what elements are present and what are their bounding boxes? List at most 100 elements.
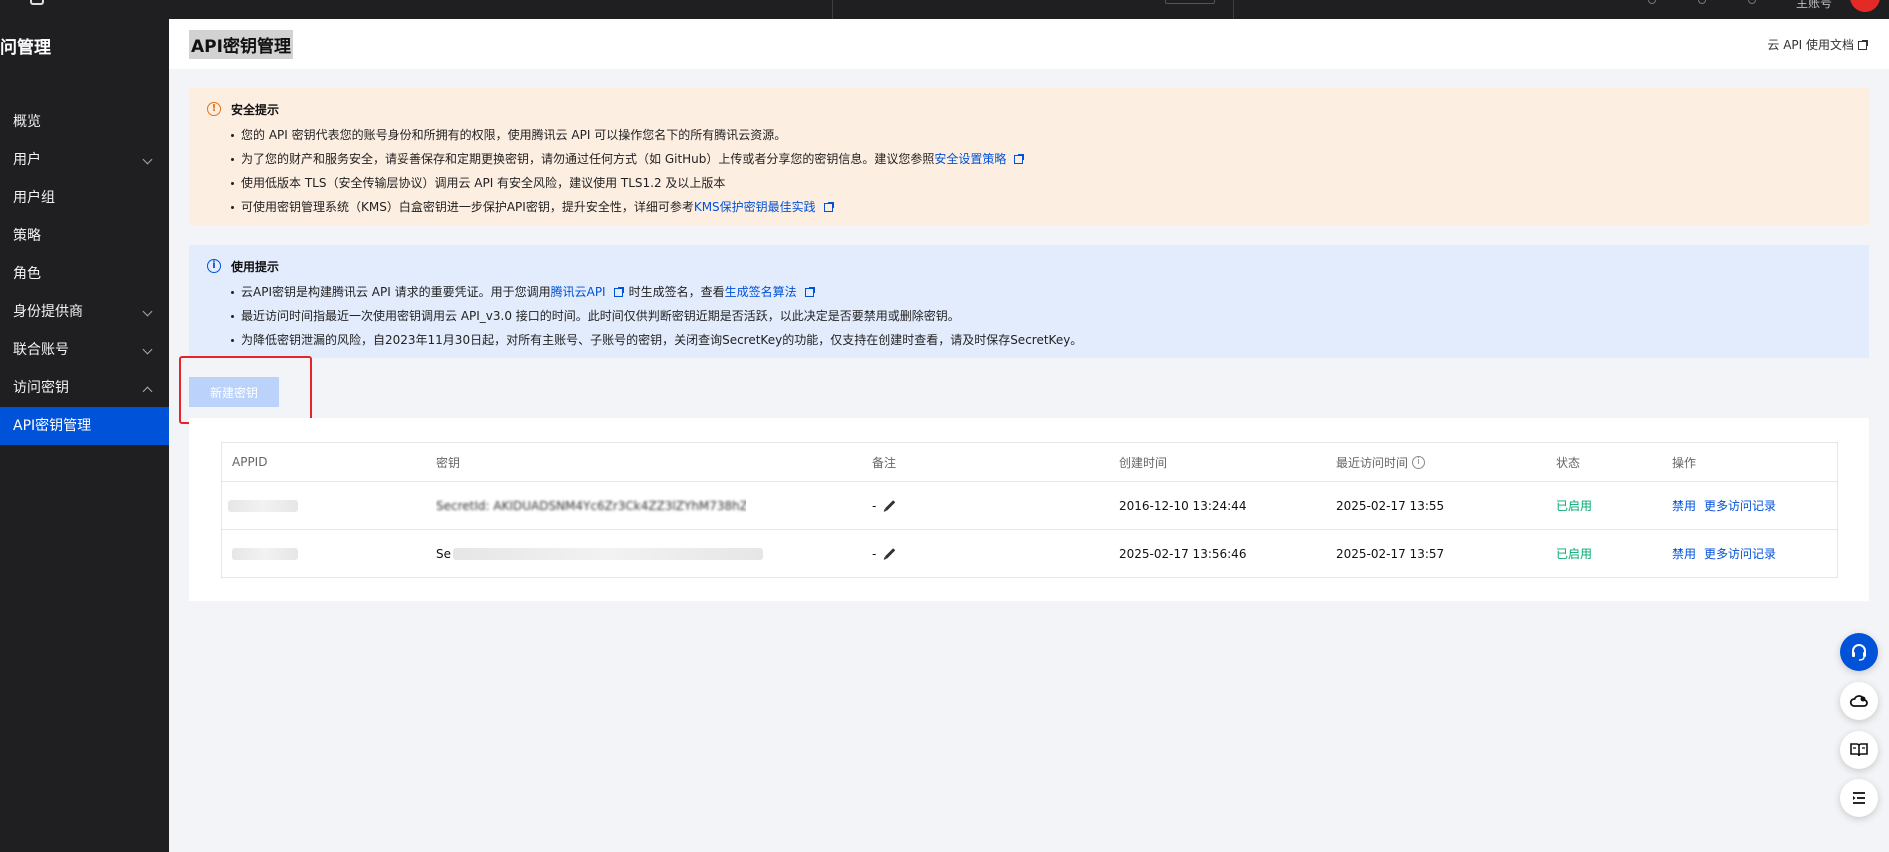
kms-best-practice-link[interactable]: KMS保护密钥最佳实践 (694, 200, 816, 214)
note-value: - (872, 546, 877, 561)
edit-icon[interactable] (885, 548, 896, 559)
key-table: APPID 密钥 备注 创建时间 最近访问时间 i 状态 操作 SecretId:… (221, 442, 1838, 578)
more-access-records-link[interactable]: 更多访问记录 (1704, 545, 1776, 562)
message-icon[interactable] (1698, 0, 1706, 4)
cloud-button[interactable] (1840, 682, 1878, 720)
info-icon[interactable]: i (1412, 455, 1426, 469)
sidebar: 问管理 概览 用户 用户组 策略 角色 身份提供商 联合账号 访问密钥 API密… (0, 19, 169, 852)
avatar[interactable] (1850, 0, 1880, 12)
help-icon[interactable] (1648, 0, 1656, 4)
book-icon (1850, 743, 1868, 757)
notice-item: 可使用密钥管理系统（KMS）白盒密钥进一步保护API密钥，提升安全性，详细可参考… (231, 195, 1023, 219)
sidebar-item-user-groups[interactable]: 用户组 (0, 179, 169, 217)
note-cell: - (872, 530, 896, 577)
headset-icon (1852, 644, 1866, 661)
secret-cell: Se (436, 530, 763, 577)
sidebar-item-label: 策略 (13, 228, 41, 244)
sidebar-item-users[interactable]: 用户 (0, 141, 169, 179)
api-doc-link[interactable]: 云 API 使用文档 (1767, 36, 1868, 53)
notice-text: 使用低版本 TLS（安全传输层协议）调用云 API 有安全风险，建议使用 TLS… (241, 176, 726, 190)
sidebar-item-access-keys[interactable]: 访问密钥 (0, 369, 169, 407)
secret-id: SecretId: AKIDUADSNM4Yc6Zr3Ck4ZZ3lZYhM73… (436, 498, 746, 513)
notice-list: 云API密钥是构建腾讯云 API 请求的重要凭证。用于您调用腾讯云API 时生成签… (231, 280, 1082, 352)
docs-button[interactable] (1840, 731, 1878, 769)
signature-algorithm-link[interactable]: 生成签名算法 (725, 285, 797, 299)
column-header: 最近访问时间 i (1336, 443, 1426, 481)
column-header: 状态 (1556, 455, 1581, 470)
page-header: API密钥管理 云 API 使用文档 (169, 19, 1889, 69)
external-link-icon (823, 202, 834, 212)
redacted-appid (228, 499, 298, 512)
column-header: 操作 (1672, 455, 1697, 470)
notice-item: 为降低密钥泄漏的风险，自2023年11月30日起，对所有主账号、子账号的密钥，关… (231, 328, 1082, 352)
last-access-cell: 2025-02-17 13:57 (1336, 546, 1445, 561)
account-name[interactable]: 主账号 (1796, 0, 1832, 11)
key-table-card: APPID 密钥 备注 创建时间 最近访问时间 i 状态 操作 SecretId:… (189, 418, 1869, 601)
security-policy-link[interactable]: 安全设置策略 (934, 152, 1006, 166)
actions-cell: 禁用 更多访问记录 (1672, 482, 1784, 529)
column-header-label: 最近访问时间 (1336, 455, 1409, 470)
status-badge: 已启用 (1556, 499, 1593, 513)
notice-text: 时生成签名，查看 (628, 285, 725, 299)
appid-cell (232, 530, 298, 577)
created-cell: 2016-12-10 13:24:44 (1119, 498, 1247, 513)
status-badge: 已启用 (1556, 547, 1593, 561)
table-row: SecretId: AKIDUADSNM4Yc6Zr3Ck4ZZ3lZYhM73… (222, 481, 1837, 529)
notice-text: 为降低密钥泄漏的风险，自2023年11月30日起，对所有主账号、子账号的密钥，关… (241, 333, 1083, 347)
sidebar-item-overview[interactable]: 概览 (0, 103, 169, 141)
settings-icon[interactable] (1748, 0, 1756, 4)
sidebar-item-label: 概览 (13, 114, 41, 130)
column-header: 备注 (872, 455, 897, 470)
table-row: Se - 2025-02-17 13:56:46 2025-02-17 13:5… (222, 529, 1837, 577)
api-doc-link-label: 云 API 使用文档 (1767, 38, 1854, 52)
sidebar-item-roles[interactable]: 角色 (0, 255, 169, 293)
external-link-icon (804, 287, 815, 297)
sidebar-item-label: 联合账号 (13, 342, 69, 358)
disable-button[interactable]: 禁用 (1672, 545, 1696, 562)
menu-button[interactable] (1840, 779, 1878, 817)
chevron-down-icon (142, 344, 153, 355)
support-button[interactable] (1840, 633, 1878, 671)
appid-cell (228, 482, 298, 529)
sidebar-item-label: 角色 (13, 266, 41, 282)
divider (832, 0, 833, 19)
column-header: 创建时间 (1119, 455, 1168, 470)
sidebar-title: 问管理 (0, 38, 51, 58)
actions-cell: 禁用 更多访问记录 (1672, 530, 1784, 577)
notice-title: 使用提示 (231, 260, 280, 274)
notice-item: 云API密钥是构建腾讯云 API 请求的重要凭证。用于您调用腾讯云API 时生成签… (231, 280, 1082, 304)
external-link-icon (613, 287, 624, 297)
list-icon (1853, 792, 1865, 804)
more-access-records-link[interactable]: 更多访问记录 (1704, 497, 1776, 514)
disable-button[interactable]: 禁用 (1672, 497, 1696, 514)
sidebar-item-federated-accounts[interactable]: 联合账号 (0, 331, 169, 369)
notice-text: 可使用密钥管理系统（KMS）白盒密钥进一步保护API密钥，提升安全性，详细可参考 (241, 200, 694, 214)
secret-cell: SecretId: AKIDUADSNM4Yc6Zr3Ck4ZZ3lZYhM73… (436, 482, 746, 529)
chevron-down-icon (142, 306, 153, 317)
cloud-icon (1849, 695, 1868, 707)
last-access-cell: 2025-02-17 13:55 (1336, 498, 1445, 513)
edit-icon[interactable] (885, 500, 896, 511)
note-value: - (872, 498, 877, 513)
tencent-cloud-api-link[interactable]: 腾讯云API (551, 285, 606, 299)
logo-icon[interactable] (30, 0, 44, 5)
notice-list: 您的 API 密钥代表您的账号身份和所拥有的权限，使用腾讯云 API 可以操作您… (231, 123, 1025, 219)
sidebar-item-label: 访问密钥 (13, 380, 69, 396)
sidebar-item-api-key-management[interactable]: API密钥管理 (0, 407, 169, 445)
table-header-row: APPID 密钥 备注 创建时间 最近访问时间 i 状态 操作 (222, 443, 1837, 481)
notice-title: 安全提示 (231, 103, 280, 117)
sidebar-item-label: 用户 (13, 152, 41, 168)
sidebar-item-identity-providers[interactable]: 身份提供商 (0, 293, 169, 331)
sidebar-item-label: API密钥管理 (13, 418, 92, 434)
search-input[interactable] (1165, 0, 1215, 4)
notice-item: 您的 API 密钥代表您的账号身份和所拥有的权限，使用腾讯云 API 可以操作您… (231, 123, 1023, 147)
notice-item: 使用低版本 TLS（安全传输层协议）调用云 API 有安全风险，建议使用 TLS… (231, 171, 1023, 195)
external-link-icon (1014, 154, 1025, 164)
external-link-icon (1858, 40, 1868, 50)
redacted-appid (232, 547, 298, 560)
sidebar-item-policies[interactable]: 策略 (0, 217, 169, 255)
divider (1233, 0, 1234, 19)
notice-item: 最近访问时间指最近一次使用密钥调用云 API_v3.0 接口的时间。此时间仅供判… (231, 304, 1082, 328)
chevron-up-icon (142, 386, 153, 397)
column-header: 密钥 (436, 455, 461, 470)
